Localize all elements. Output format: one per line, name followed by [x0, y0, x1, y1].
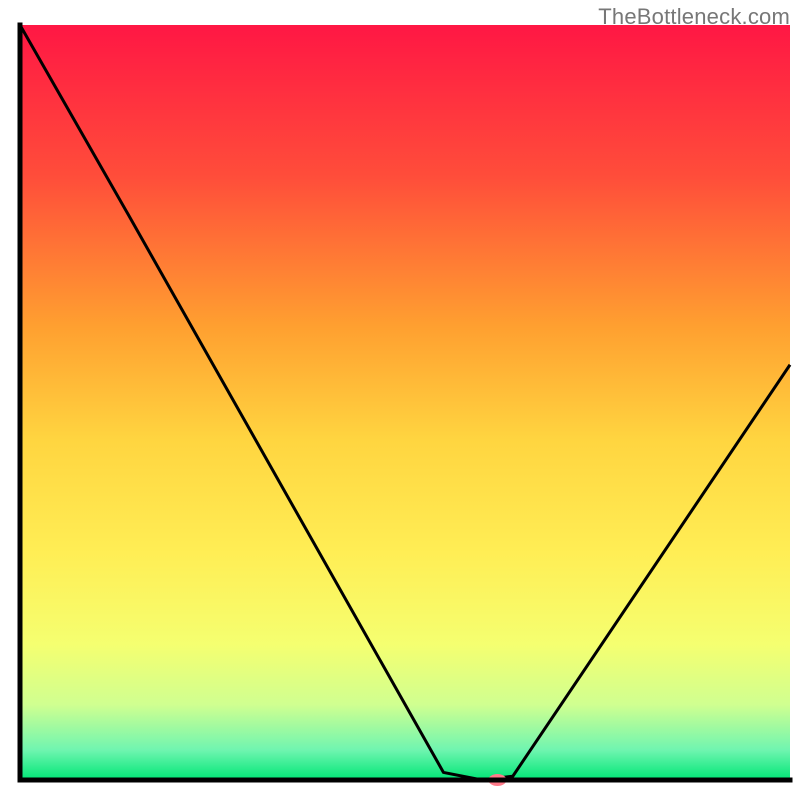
chart-container: TheBottleneck.com [0, 0, 800, 800]
gradient-background [20, 25, 790, 780]
watermark-text: TheBottleneck.com [598, 4, 790, 30]
bottleneck-chart [0, 0, 800, 800]
